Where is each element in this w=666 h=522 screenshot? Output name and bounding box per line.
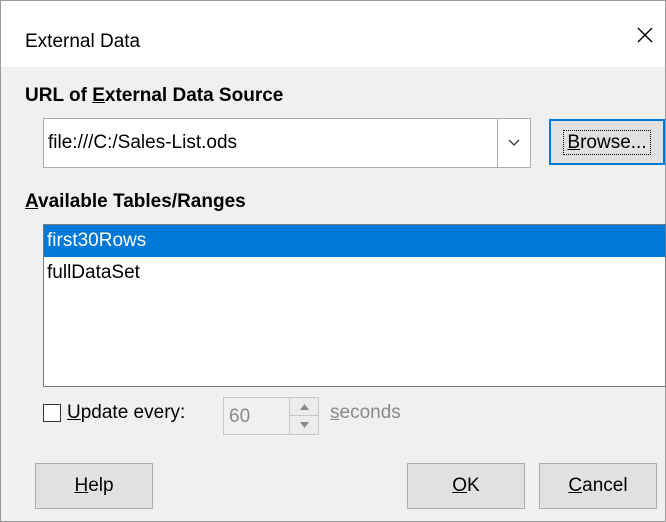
- seconds-mnemonic: s: [330, 402, 340, 423]
- close-button[interactable]: [625, 15, 665, 55]
- tables-listbox[interactable]: first30Rows fullDataSet: [43, 224, 666, 387]
- tables-label-mnemonic: A: [25, 191, 39, 212]
- cancel-button[interactable]: Cancel: [539, 463, 657, 509]
- browse-mnemonic: B: [567, 131, 581, 153]
- url-label-post: xternal Data Source: [104, 85, 284, 106]
- list-item[interactable]: fullDataSet: [44, 257, 665, 289]
- spin-down-button[interactable]: [290, 416, 318, 434]
- chevron-down-icon: [508, 139, 520, 146]
- url-combobox-value: file:///C:/Sales-List.ods: [48, 132, 238, 153]
- seconds-label: seconds: [330, 402, 401, 424]
- interval-value: 60: [229, 406, 251, 427]
- url-dropdown-button[interactable]: [497, 119, 530, 167]
- url-combobox[interactable]: file:///C:/Sales-List.ods: [43, 118, 531, 168]
- external-data-dialog: External Data URL of External Data Sourc…: [0, 0, 666, 522]
- ok-mnemonic: O: [452, 475, 468, 496]
- title-bar: External Data: [1, 1, 665, 67]
- update-mnemonic: U: [67, 402, 81, 423]
- update-label[interactable]: Update every:: [67, 402, 185, 424]
- triangle-up-icon: [299, 403, 309, 410]
- browse-rest: rowse...: [580, 131, 647, 153]
- triangle-down-icon: [299, 422, 309, 428]
- help-button-label: Help: [74, 475, 113, 497]
- close-icon: [637, 27, 653, 43]
- url-section-label: URL of External Data Source: [25, 85, 283, 107]
- ok-rest: K: [467, 475, 480, 496]
- browse-button[interactable]: Browse...: [549, 119, 665, 165]
- cancel-mnemonic: C: [568, 475, 583, 496]
- spin-buttons: [289, 398, 318, 434]
- url-label-mnemonic: E: [92, 85, 105, 106]
- help-button[interactable]: Help: [35, 463, 153, 509]
- url-label-pre: URL of: [25, 85, 93, 106]
- ok-button[interactable]: OK: [407, 463, 525, 509]
- spin-up-button[interactable]: [290, 398, 318, 416]
- update-checkbox[interactable]: [43, 404, 61, 422]
- tables-label-rest: vailable Tables/Ranges: [38, 191, 246, 212]
- help-mnemonic: H: [74, 475, 89, 496]
- list-item[interactable]: first30Rows: [44, 225, 665, 257]
- ok-button-label: OK: [452, 475, 479, 497]
- tables-section-label: Available Tables/Ranges: [25, 191, 246, 213]
- list-item-label: first30Rows: [47, 230, 147, 251]
- dialog-title: External Data: [25, 31, 141, 52]
- browse-button-label: Browse...: [563, 129, 651, 155]
- update-rest: pdate every:: [80, 402, 186, 423]
- help-rest: elp: [88, 475, 114, 496]
- cancel-rest: ancel: [582, 475, 628, 496]
- cancel-button-label: Cancel: [568, 475, 627, 497]
- seconds-rest: econds: [339, 402, 401, 423]
- list-item-label: fullDataSet: [47, 262, 140, 283]
- interval-spinbox[interactable]: 60: [223, 397, 319, 435]
